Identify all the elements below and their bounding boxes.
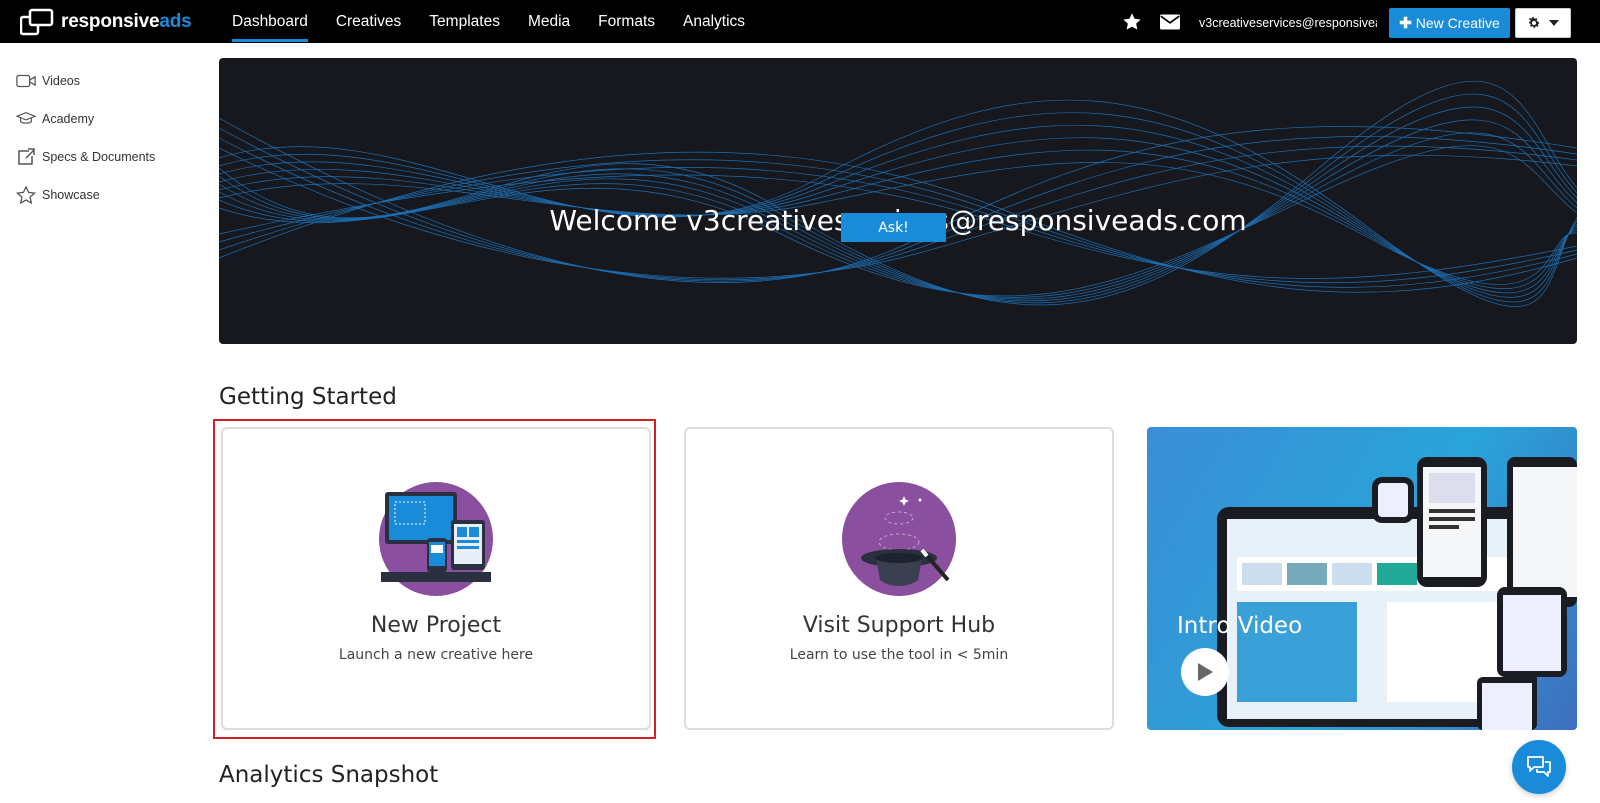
graduation-cap-icon bbox=[16, 111, 36, 124]
nav-formats[interactable]: Formats bbox=[598, 0, 655, 43]
card-subtitle: Learn to use the tool in < 5min bbox=[789, 647, 1009, 663]
user-email-menu[interactable]: v3creativeservices@responsivea... bbox=[1199, 0, 1377, 46]
ask-button[interactable]: Ask! bbox=[841, 213, 946, 242]
sidebar-item-videos[interactable]: Videos bbox=[16, 70, 80, 92]
nav-dashboard[interactable]: Dashboard bbox=[232, 0, 308, 43]
new-creative-label: New Creative bbox=[1415, 15, 1500, 31]
nav-templates[interactable]: Templates bbox=[429, 0, 500, 43]
sidebar-item-academy[interactable]: Academy bbox=[16, 108, 94, 130]
video-camera-icon bbox=[16, 74, 36, 88]
chat-support-button[interactable] bbox=[1512, 740, 1566, 794]
plus-icon: ✚ bbox=[1399, 15, 1412, 32]
sidebar-item-label: Videos bbox=[42, 74, 80, 88]
external-link-icon bbox=[18, 148, 35, 165]
intro-video-card[interactable]: Intro Video bbox=[1147, 427, 1577, 730]
main-nav: Dashboard Creatives Templates Media Form… bbox=[232, 0, 773, 43]
magic-hat-illustration-icon bbox=[842, 482, 956, 596]
mail-icon[interactable] bbox=[1160, 14, 1180, 30]
favorites-star-icon[interactable] bbox=[1122, 12, 1142, 32]
video-title: Intro Video bbox=[1177, 613, 1303, 639]
top-navbar: responsiveads Dashboard Creatives Templa… bbox=[0, 0, 1600, 43]
settings-dropdown-button[interactable] bbox=[1515, 8, 1571, 38]
sidebar-item-label: Academy bbox=[42, 112, 95, 126]
getting-started-heading: Getting Started bbox=[219, 384, 397, 410]
nav-analytics[interactable]: Analytics bbox=[683, 0, 745, 43]
sidebar-item-specs[interactable]: Specs & Documents bbox=[16, 146, 155, 168]
new-creative-button[interactable]: ✚ New Creative bbox=[1389, 8, 1510, 38]
play-icon bbox=[1198, 663, 1213, 681]
brand-logo[interactable]: responsiveads bbox=[20, 8, 192, 36]
welcome-banner: Welcome v3creativeservices@responsiveads… bbox=[219, 58, 1577, 344]
card-title: Visit Support Hub bbox=[802, 613, 996, 638]
selection-highlight bbox=[213, 419, 656, 739]
chat-bubbles-icon bbox=[1527, 756, 1551, 777]
logo-text: responsiveads bbox=[61, 11, 192, 32]
nav-creatives[interactable]: Creatives bbox=[336, 0, 401, 43]
nav-media[interactable]: Media bbox=[528, 0, 570, 43]
analytics-snapshot-heading: Analytics Snapshot bbox=[219, 762, 439, 788]
sidebar-item-label: Specs & Documents bbox=[42, 150, 156, 164]
sidebar-item-label: Showcase bbox=[42, 188, 100, 202]
caret-down-icon bbox=[1549, 20, 1559, 26]
wave-pattern-decoration bbox=[219, 80, 1577, 307]
gear-icon bbox=[1528, 17, 1540, 28]
support-hub-card[interactable]: Visit Support Hub Learn to use the tool … bbox=[684, 427, 1114, 730]
star-outline-icon bbox=[16, 186, 36, 204]
logo-devices-icon bbox=[20, 8, 54, 36]
sidebar-item-showcase[interactable]: Showcase bbox=[16, 184, 100, 206]
play-button[interactable] bbox=[1181, 648, 1229, 696]
